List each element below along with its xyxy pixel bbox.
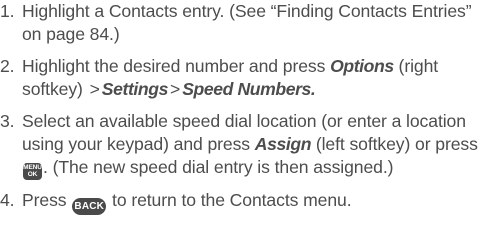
settings-menu-label: Settings bbox=[101, 79, 169, 99]
step-3: 3. Select an available speed dial locati… bbox=[0, 110, 485, 180]
speed-numbers-menu-label: Speed Numbers. bbox=[182, 79, 316, 99]
step-number: 1. bbox=[0, 1, 15, 21]
instruction-steps: 1. Highlight a Contacts entry. (See “Fin… bbox=[0, 0, 485, 215]
step-text: Highlight a Contacts entry. (See “Findin… bbox=[22, 1, 472, 44]
step-number: 4. bbox=[0, 189, 15, 210]
step-2: 2. Highlight the desired number and pres… bbox=[0, 55, 485, 101]
assign-softkey-label: Assign bbox=[254, 134, 312, 154]
menu-path-separator: > bbox=[170, 79, 181, 99]
step-1: 1. Highlight a Contacts entry. (See “Fin… bbox=[0, 0, 485, 46]
step-text: (left softkey) or press bbox=[311, 134, 478, 154]
menu-ok-key-icon: MENU OK bbox=[23, 162, 42, 180]
menu-path-separator: > bbox=[89, 79, 100, 99]
step-text: to return to the Contacts menu. bbox=[107, 189, 352, 210]
step-number: 2. bbox=[0, 56, 15, 76]
step-text: . (The new speed dial entry is then assi… bbox=[43, 157, 394, 177]
menu-key-label: MENU bbox=[23, 163, 42, 171]
back-key-icon: BACK bbox=[72, 197, 107, 215]
step-number: 3. bbox=[0, 111, 15, 131]
step-text: Highlight the desired number and press bbox=[22, 56, 331, 76]
options-softkey-label: Options bbox=[330, 56, 394, 76]
step-4: 4. Press BACK to return to the Contacts … bbox=[0, 189, 485, 215]
step-text: Press bbox=[22, 189, 72, 210]
ok-key-label: OK bbox=[27, 171, 38, 178]
